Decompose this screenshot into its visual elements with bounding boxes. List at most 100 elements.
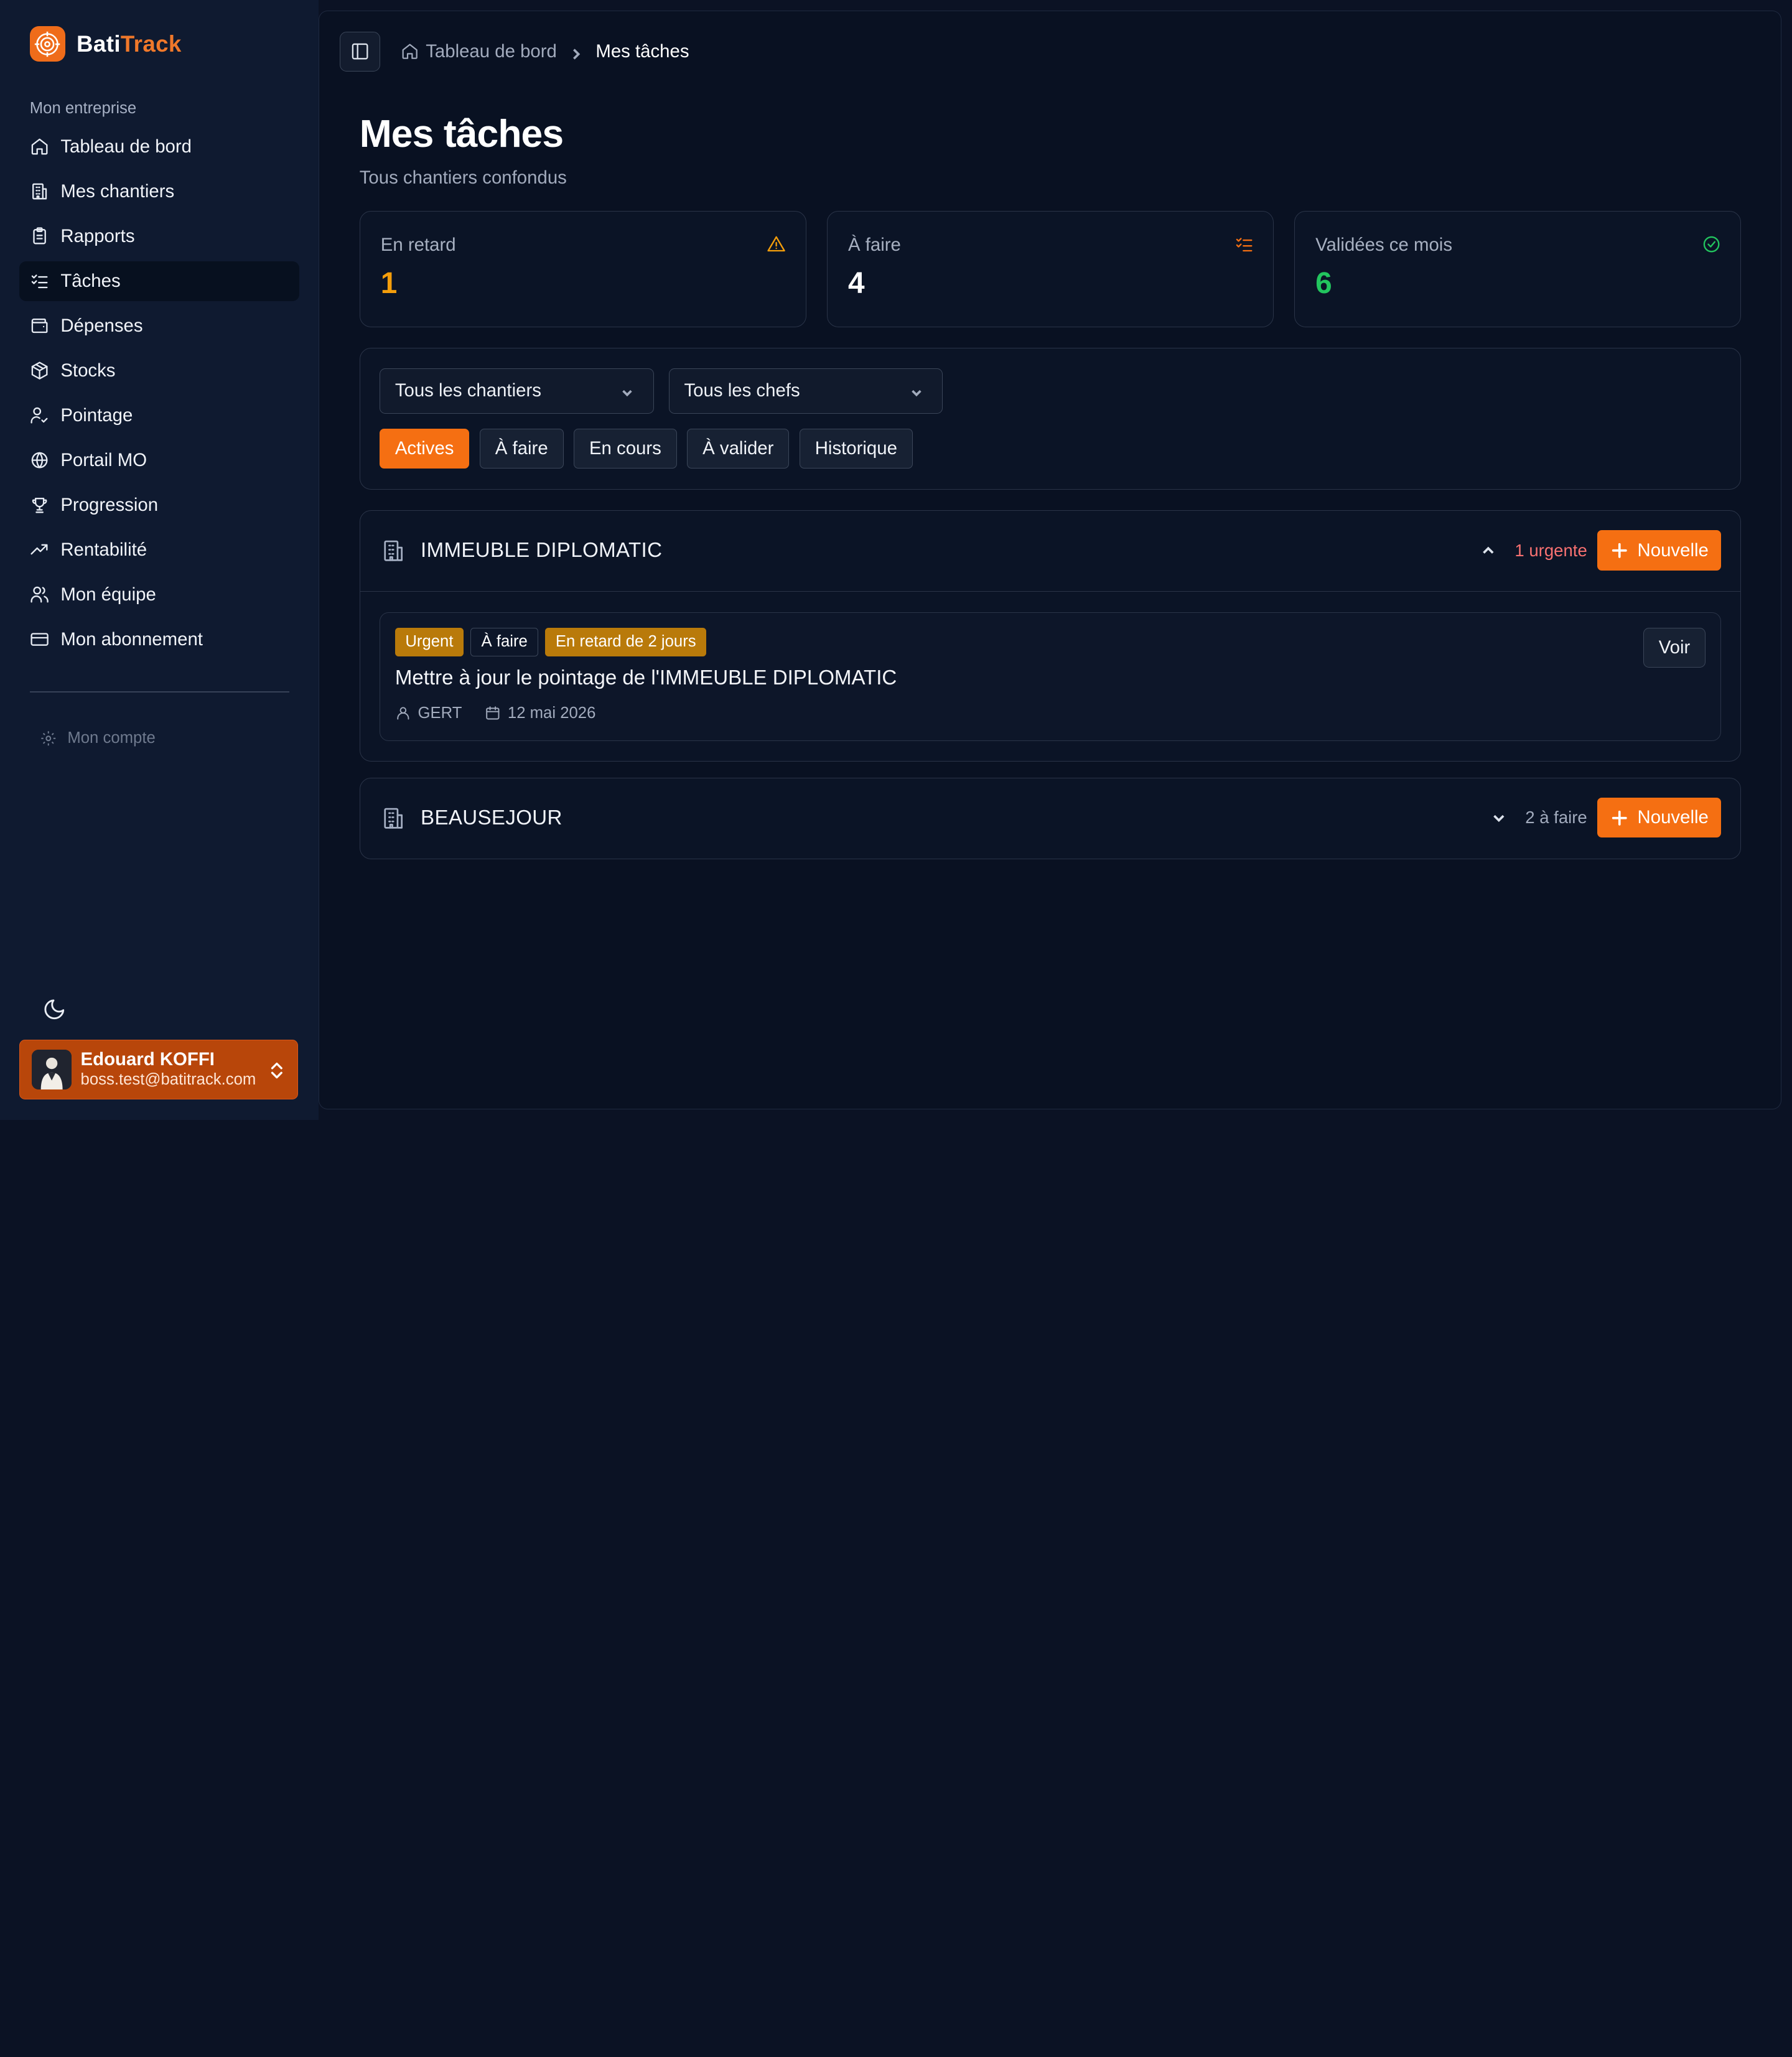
credit-card-icon <box>30 633 49 646</box>
sidebar-item-label: Progression <box>60 494 159 515</box>
building-icon <box>32 184 47 200</box>
sidebar-item-mes-chantiers[interactable]: Mes chantiers <box>19 172 299 212</box>
trophy-icon <box>32 498 47 513</box>
sidebar-item-mon-equipe[interactable]: Mon équipe <box>19 575 299 615</box>
breadcrumb-current: Mes tâches <box>595 40 689 62</box>
gear-icon <box>41 730 56 745</box>
sidebar-item-stocks[interactable]: Stocks <box>19 351 299 391</box>
chip-en-cours[interactable]: En cours <box>574 428 677 469</box>
sidebar-item-label: Rapports <box>60 225 135 246</box>
sidebar: BatiTrack Mon entreprise Tableau de bord… <box>0 0 319 1120</box>
moon-icon <box>44 999 65 1020</box>
chevron-down-icon[interactable] <box>1491 809 1507 826</box>
list-checks-icon <box>31 274 48 289</box>
users-icon <box>30 586 49 603</box>
sidebar-item-progression[interactable]: Progression <box>19 485 299 525</box>
theme-toggle-button[interactable] <box>42 997 67 1022</box>
user-icon <box>397 707 409 720</box>
brand[interactable]: BatiTrack <box>29 26 182 62</box>
sidebar-item-label: Dépenses <box>60 315 143 336</box>
priority-badge: Urgent <box>394 627 464 656</box>
sidebar-item-pointage[interactable]: Pointage <box>19 396 299 436</box>
stat-value: 4 <box>847 267 865 301</box>
main-panel: Tableau de bord Mes tâches Mes tâches To… <box>319 10 1782 1110</box>
chantier-group-actions: 2 à faire Nouvelle <box>1491 798 1722 838</box>
home-icon <box>402 44 418 59</box>
task-assignee: GERT <box>418 704 462 722</box>
plus-icon <box>1612 543 1628 558</box>
sidebar-toggle-button[interactable] <box>340 31 380 72</box>
sidebar-item-label: Pointage <box>60 404 133 426</box>
account-link[interactable]: Mon compte <box>40 729 156 747</box>
stat-value: 6 <box>1315 267 1332 301</box>
chip-a-valider[interactable]: À valider <box>687 428 790 469</box>
avatar <box>31 1050 72 1090</box>
user-menu[interactable]: Edouard KOFFI boss.test@batitrack.com <box>19 1040 299 1099</box>
list-todo-icon <box>1234 235 1254 254</box>
chantier-group-body: Urgent À faire En retard de 2 jours Mett… <box>360 590 1741 761</box>
brand-name: BatiTrack <box>77 31 182 57</box>
plus-icon <box>1612 810 1628 826</box>
chantier-group-name: BEAUSEJOUR <box>421 806 562 830</box>
new-task-button[interactable]: Nouvelle <box>1597 530 1722 571</box>
chevron-right-icon <box>569 45 583 60</box>
chef-select[interactable]: Tous les chefs <box>668 368 943 414</box>
wallet-icon <box>31 319 48 334</box>
user-check-icon <box>30 408 48 424</box>
stat-label: Validées ce mois <box>1315 234 1453 255</box>
panel-left-icon <box>352 43 368 60</box>
chevron-down-icon <box>620 383 635 398</box>
brand-logo-icon <box>29 26 65 62</box>
sidebar-item-rentabilite[interactable]: Rentabilité <box>19 530 299 570</box>
sidebar-divider <box>29 691 289 693</box>
page-subtitle: Tous chantiers confondus <box>359 167 567 189</box>
sidebar-item-label: Rentabilité <box>60 539 147 560</box>
stat-label: En retard <box>380 234 456 255</box>
chevrons-up-down-icon <box>269 1060 285 1081</box>
sidebar-item-mon-abonnement[interactable]: Mon abonnement <box>19 620 299 660</box>
app-root: BatiTrack Mon entreprise Tableau de bord… <box>0 0 1792 1120</box>
view-task-button[interactable]: Voir <box>1643 627 1706 668</box>
late-badge: En retard de 2 jours <box>545 627 707 656</box>
sidebar-item-portail-mo[interactable]: Portail MO <box>19 441 299 480</box>
package-icon <box>31 361 48 380</box>
sidebar-item-depenses[interactable]: Dépenses <box>19 306 299 346</box>
breadcrumb-home-link[interactable]: Tableau de bord <box>401 41 557 62</box>
user-email: boss.test@batitrack.com <box>80 1071 256 1089</box>
brand-name-part1: Bati <box>77 30 121 57</box>
breadcrumb: Tableau de bord Mes tâches <box>401 41 689 62</box>
chantier-group-count: 1 urgente <box>1514 540 1587 560</box>
stat-label: À faire <box>847 234 901 255</box>
sidebar-nav: Tableau de bord Mes chantiers Rapports T… <box>19 127 300 665</box>
chevron-down-icon <box>909 383 924 398</box>
task-badges: Urgent À faire En retard de 2 jours <box>394 627 707 656</box>
chantier-group-header[interactable]: IMMEUBLE DIPLOMATIC 1 urgente Nouvelle <box>360 511 1741 591</box>
chip-historique[interactable]: Historique <box>799 428 913 469</box>
chantier-group-actions: 1 urgente Nouvelle <box>1480 530 1722 571</box>
new-task-label: Nouvelle <box>1637 807 1709 828</box>
chantier-select[interactable]: Tous les chantiers <box>379 368 654 414</box>
chip-a-faire[interactable]: À faire <box>479 428 564 469</box>
stat-card-en-retard: En retard 1 <box>359 210 806 328</box>
sidebar-item-tableau-de-bord[interactable]: Tableau de bord <box>19 127 299 167</box>
trending-up-icon <box>30 544 48 555</box>
sidebar-item-label: Mon équipe <box>60 584 156 605</box>
home-icon <box>31 139 48 155</box>
page-title: Mes tâches <box>359 112 564 156</box>
filters-panel: Tous les chantiers Tous les chefs Active… <box>359 348 1742 490</box>
sidebar-item-rapports[interactable]: Rapports <box>19 217 299 256</box>
task-meta: GERT 12 mai 2026 <box>395 704 596 722</box>
chantier-group-header[interactable]: BEAUSEJOUR 2 à faire Nouvelle <box>360 778 1741 859</box>
clipboard-icon <box>33 227 46 245</box>
task-date: 12 mai 2026 <box>507 704 596 722</box>
stat-card-a-faire: À faire 4 <box>826 210 1274 328</box>
account-link-label: Mon compte <box>67 729 156 747</box>
new-task-button[interactable]: Nouvelle <box>1597 798 1722 838</box>
chip-actives[interactable]: Actives <box>379 428 470 469</box>
stat-card-validees: Validées ce mois 6 <box>1294 210 1742 328</box>
sidebar-item-taches[interactable]: Tâches <box>19 261 300 302</box>
chevron-up-icon[interactable] <box>1480 543 1496 559</box>
alert-triangle-icon <box>767 235 786 254</box>
status-filter-chips: Actives À faire En cours À valider Histo… <box>379 428 913 469</box>
topbar: Tableau de bord Mes tâches <box>340 31 689 72</box>
